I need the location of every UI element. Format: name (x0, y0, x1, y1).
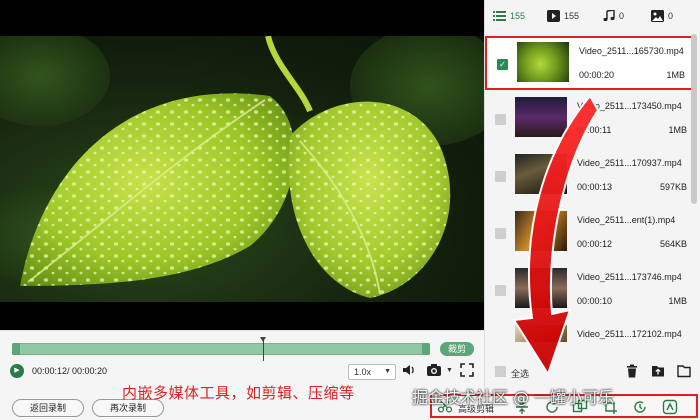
timeline-track[interactable] (12, 337, 430, 361)
tab-audio[interactable]: 0 (603, 9, 624, 23)
trim-end-handle[interactable] (422, 343, 430, 355)
media-panel: 155 155 0 0 ✓ Video_2511...165730.mp4 00:0… (484, 0, 700, 420)
time-display: 00:00:12/ 00:00:20 (32, 366, 108, 376)
item-filesize: 1MB (666, 70, 685, 80)
folder-icon[interactable] (677, 364, 691, 381)
item-filesize: 564KB (659, 239, 687, 249)
media-list: ✓ Video_2511...165730.mp4 00:00:20 1MB Video… (485, 34, 700, 342)
trim-start-handle[interactable] (12, 343, 20, 355)
playhead[interactable] (260, 337, 266, 361)
speed-value: 1.0x (354, 367, 372, 377)
media-list-item[interactable]: Video_2511...173450.mp4 00:00:11 1MB (485, 93, 695, 147)
scrollbar[interactable] (691, 34, 697, 334)
item-checkbox[interactable]: ✓ (497, 59, 508, 70)
tab-count: 155 (510, 11, 526, 21)
return-record-button[interactable]: 返回录制 (12, 399, 84, 417)
item-filesize: 1MB (668, 296, 687, 306)
item-duration: 00:00:13 (577, 182, 613, 192)
speed-select[interactable]: 1.0x ▼ (348, 364, 396, 380)
list-icon (493, 11, 506, 21)
item-checkbox[interactable] (495, 171, 506, 182)
select-all-label: 全选 (511, 369, 530, 379)
tab-video[interactable]: 155 (547, 9, 579, 23)
media-list-item[interactable]: Video_2511...172102.mp4 (485, 321, 695, 342)
camera-icon[interactable] (426, 363, 442, 380)
item-filename: Video_2511...173450.mp4 (577, 101, 682, 111)
item-duration: 00:00:12 (577, 239, 613, 249)
video-player[interactable] (0, 0, 484, 330)
item-filesize: 597KB (659, 182, 687, 192)
play-button[interactable]: ▶ (10, 364, 24, 378)
music-icon (603, 10, 615, 22)
tab-count: 0 (668, 11, 674, 21)
tab-all[interactable]: 155 (493, 9, 525, 23)
video-thumbnail[interactable] (515, 211, 567, 251)
media-list-item[interactable]: Video_2511...173746.mp4 00:00:10 1MB (485, 264, 695, 318)
select-all-row: 全选 (485, 362, 700, 382)
media-list-item[interactable]: ✓ Video_2511...165730.mp4 00:00:20 1MB (485, 36, 695, 90)
tab-image[interactable]: 0 (651, 9, 673, 23)
watermark-tool-icon[interactable] (662, 399, 678, 418)
trash-icon[interactable] (625, 364, 639, 381)
caption-overlay: 内嵌多媒体工具，如剪辑、压缩等 (122, 384, 355, 402)
item-checkbox[interactable] (495, 285, 506, 296)
refresh-icon[interactable] (632, 399, 648, 418)
item-filename: Video_2511...170937.mp4 (577, 158, 682, 168)
item-checkbox[interactable] (495, 228, 506, 239)
video-icon (547, 10, 560, 22)
leaf-image (0, 36, 484, 299)
fullscreen-icon[interactable] (460, 363, 474, 380)
item-filesize: 1MB (668, 125, 687, 135)
volume-icon[interactable] (402, 363, 416, 380)
item-filename: Video_2511...165730.mp4 (579, 46, 684, 56)
media-list-item[interactable]: Video_2511...170937.mp4 00:00:13 597KB (485, 150, 695, 204)
video-thumbnail[interactable] (517, 42, 569, 82)
media-tabs: 155 155 0 0 (485, 0, 700, 32)
watermark: 掘金技术社区 @ 一罐小可乐 (412, 388, 615, 407)
video-thumbnail[interactable] (515, 97, 567, 137)
item-duration: 00:00:20 (579, 70, 615, 80)
item-filename: Video_2511...ent(1).mp4 (577, 215, 676, 225)
select-all-checkbox[interactable] (495, 366, 506, 377)
video-thumbnail[interactable] (515, 154, 567, 194)
tab-count: 0 (619, 11, 625, 21)
item-duration: 00:00:11 (577, 125, 612, 135)
image-icon (651, 10, 664, 22)
media-list-item[interactable]: Video_2511...ent(1).mp4 00:00:12 564KB (485, 207, 695, 261)
video-frame[interactable] (0, 36, 484, 302)
chevron-down-icon[interactable]: ▼ (446, 367, 453, 374)
export-icon[interactable] (651, 364, 665, 381)
chevron-down-icon: ▼ (384, 368, 391, 375)
item-filename: Video_2511...173746.mp4 (577, 272, 682, 282)
video-thumbnail[interactable] (515, 268, 567, 308)
item-filename: Video_2511...172102.mp4 (577, 329, 682, 339)
item-duration: 00:00:10 (577, 296, 613, 306)
item-checkbox[interactable] (495, 114, 506, 125)
video-thumbnail[interactable] (515, 325, 567, 342)
trim-button[interactable]: 裁剪 (440, 342, 474, 356)
scrollbar-thumb[interactable] (691, 34, 697, 204)
tab-count: 155 (564, 11, 580, 21)
